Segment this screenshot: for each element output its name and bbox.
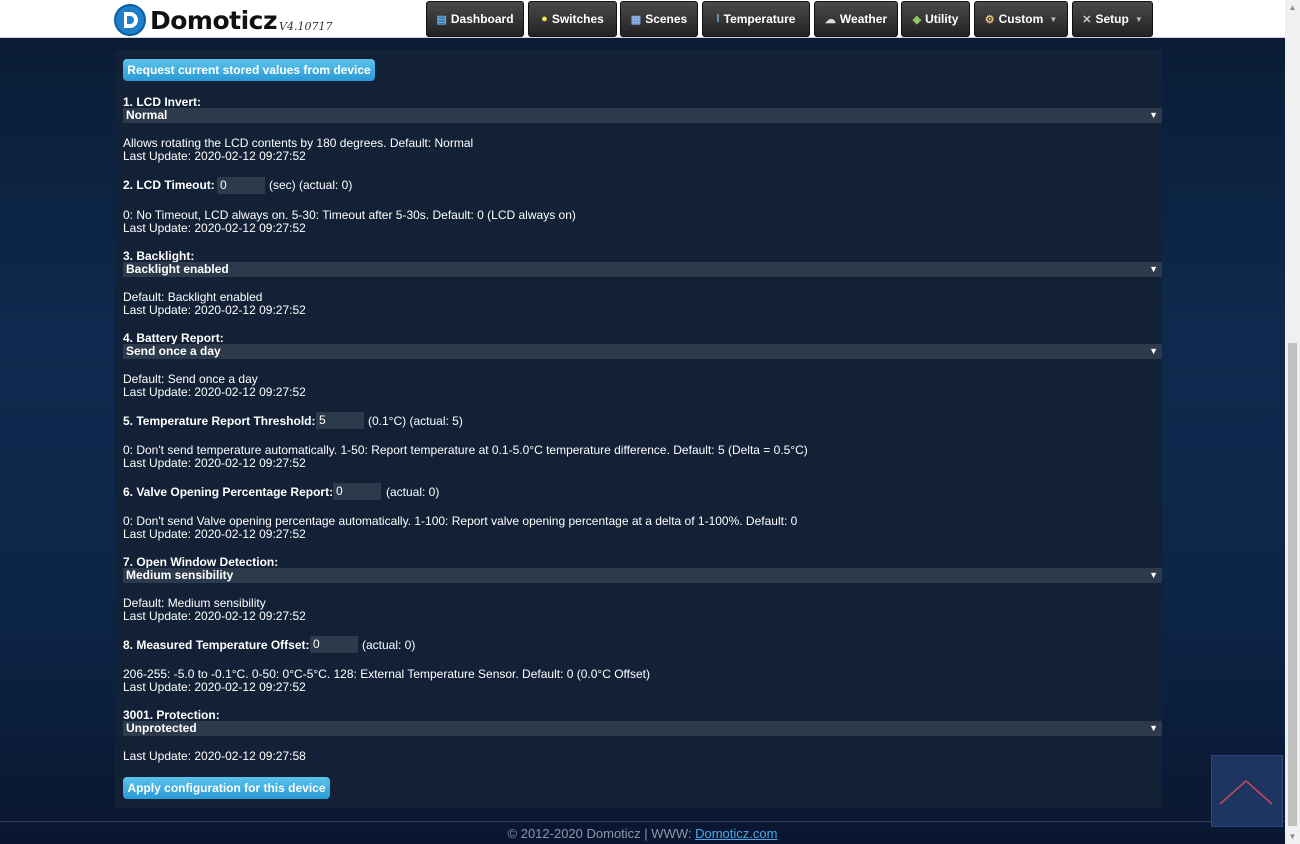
tools-icon: ✕	[1082, 13, 1092, 26]
nav-scenes-button[interactable]: ▦ Scenes	[620, 1, 698, 37]
gear-icon: ⚙	[984, 13, 995, 26]
lcd-timeout-input[interactable]: 0	[217, 177, 265, 194]
nav-label: Scenes	[645, 12, 688, 26]
logo-text: Domoticz	[150, 5, 278, 35]
nav-temperature-button[interactable]: ǀ Temperature	[702, 1, 810, 37]
valve-percentage-input[interactable]: 0	[333, 483, 381, 500]
param-label: 5. Temperature Report Threshold:	[123, 414, 316, 428]
scenes-icon: ▦	[630, 13, 642, 26]
back-to-top-button[interactable]	[1211, 755, 1283, 827]
scroll-up-icon[interactable]: ▲	[1285, 0, 1300, 15]
select-value: Normal	[126, 108, 168, 122]
dropdown-arrow-icon: ▼	[1149, 264, 1158, 274]
scroll-down-icon[interactable]: ▼	[1285, 829, 1300, 844]
temperature-offset-input[interactable]: 0	[310, 636, 358, 653]
nav-label: Weather	[839, 12, 888, 26]
domoticz-logo-icon	[114, 4, 146, 36]
nav-dashboard-button[interactable]: ▤ Dashboard	[426, 1, 524, 37]
param-label: 3. Backlight:	[123, 249, 195, 263]
last-update-text: Last Update: 2020-02-12 09:27:58	[123, 749, 306, 763]
lightbulb-icon: ●	[541, 13, 548, 25]
nav-label: Setup	[1095, 12, 1129, 26]
scrollbar-thumb[interactable]	[1288, 343, 1297, 826]
param-unit: (actual: 0)	[362, 638, 416, 652]
request-values-button[interactable]: Request current stored values from devic…	[123, 59, 375, 81]
param-label: 1. LCD Invert:	[123, 95, 202, 109]
param-label: 6. Valve Opening Percentage Report:	[123, 485, 334, 499]
select-value: Backlight enabled	[126, 262, 229, 276]
last-update-text: Last Update: 2020-02-12 09:27:52	[123, 149, 306, 163]
chevron-up-icon	[1219, 779, 1273, 805]
param-unit: (sec) (actual: 0)	[269, 178, 353, 192]
lcd-invert-select[interactable]: Normal ▼	[123, 108, 1162, 123]
footer: © 2012-2020 Domoticz | WWW: Domoticz.com	[0, 826, 1285, 841]
select-value: Unprotected	[126, 721, 197, 735]
param-label: 3001. Protection:	[123, 708, 220, 722]
select-value: Medium sensibility	[126, 568, 234, 582]
utility-icon: ◈	[912, 13, 922, 26]
last-update-text: Last Update: 2020-02-12 09:27:52	[123, 221, 306, 235]
cloud-icon: ☁	[824, 13, 836, 26]
param-label: 8. Measured Temperature Offset:	[123, 638, 310, 652]
nav-weather-button[interactable]: ☁ Weather	[814, 1, 898, 37]
param-label: 7. Open Window Detection:	[123, 555, 279, 569]
dropdown-arrow-icon: ▼	[1149, 570, 1158, 580]
temperature-threshold-input[interactable]: 5	[316, 412, 364, 429]
last-update-text: Last Update: 2020-02-12 09:27:52	[123, 303, 306, 317]
battery-report-select[interactable]: Send once a day ▼	[123, 344, 1162, 359]
version-label: V4.10717	[279, 19, 333, 33]
apply-config-button[interactable]: Apply configuration for this device	[123, 777, 330, 799]
nav-label: Dashboard	[450, 12, 514, 26]
param-label: 4. Battery Report:	[123, 331, 224, 345]
nav-label: Switches	[551, 12, 604, 26]
last-update-text: Last Update: 2020-02-12 09:27:52	[123, 680, 306, 694]
nav-label: Utility	[925, 12, 959, 26]
nav-setup-button[interactable]: ✕ Setup ▼	[1072, 1, 1153, 37]
page-scrollbar[interactable]: ▲ ▼	[1285, 0, 1300, 844]
param-unit: (0.1°C) (actual: 5)	[368, 414, 463, 428]
domoticz-link[interactable]: Domoticz.com	[695, 826, 777, 841]
logo[interactable]: Domoticz V4.10717	[114, 3, 332, 37]
dropdown-arrow-icon: ▼	[1149, 110, 1158, 120]
nav-label: Custom	[998, 12, 1044, 26]
config-panel	[115, 50, 1162, 808]
chevron-down-icon: ▼	[1049, 14, 1058, 24]
last-update-text: Last Update: 2020-02-12 09:27:52	[123, 609, 306, 623]
last-update-text: Last Update: 2020-02-12 09:27:52	[123, 456, 306, 470]
last-update-text: Last Update: 2020-02-12 09:27:52	[123, 385, 306, 399]
nav-custom-button[interactable]: ⚙ Custom ▼	[974, 1, 1068, 37]
top-header: Domoticz V4.10717 ▤ Dashboard ● Switches…	[0, 0, 1285, 38]
nav-utility-button[interactable]: ◈ Utility	[901, 1, 970, 37]
dashboard-icon: ▤	[436, 13, 447, 26]
thermometer-icon: ǀ	[716, 13, 720, 25]
chevron-down-icon: ▼	[1134, 14, 1143, 24]
select-value: Send once a day	[126, 344, 221, 358]
param-label: 2. LCD Timeout:	[123, 178, 215, 192]
open-window-select[interactable]: Medium sensibility ▼	[123, 568, 1162, 583]
dropdown-arrow-icon: ▼	[1149, 346, 1158, 356]
backlight-select[interactable]: Backlight enabled ▼	[123, 262, 1162, 277]
nav-switches-button[interactable]: ● Switches	[528, 1, 617, 37]
footer-text: © 2012-2020 Domoticz | WWW:	[507, 826, 696, 841]
protection-select[interactable]: Unprotected ▼	[123, 721, 1162, 736]
nav-label: Temperature	[723, 12, 796, 26]
footer-divider	[0, 821, 1285, 822]
dropdown-arrow-icon: ▼	[1149, 723, 1158, 733]
param-unit: (actual: 0)	[386, 485, 440, 499]
last-update-text: Last Update: 2020-02-12 09:27:52	[123, 527, 306, 541]
